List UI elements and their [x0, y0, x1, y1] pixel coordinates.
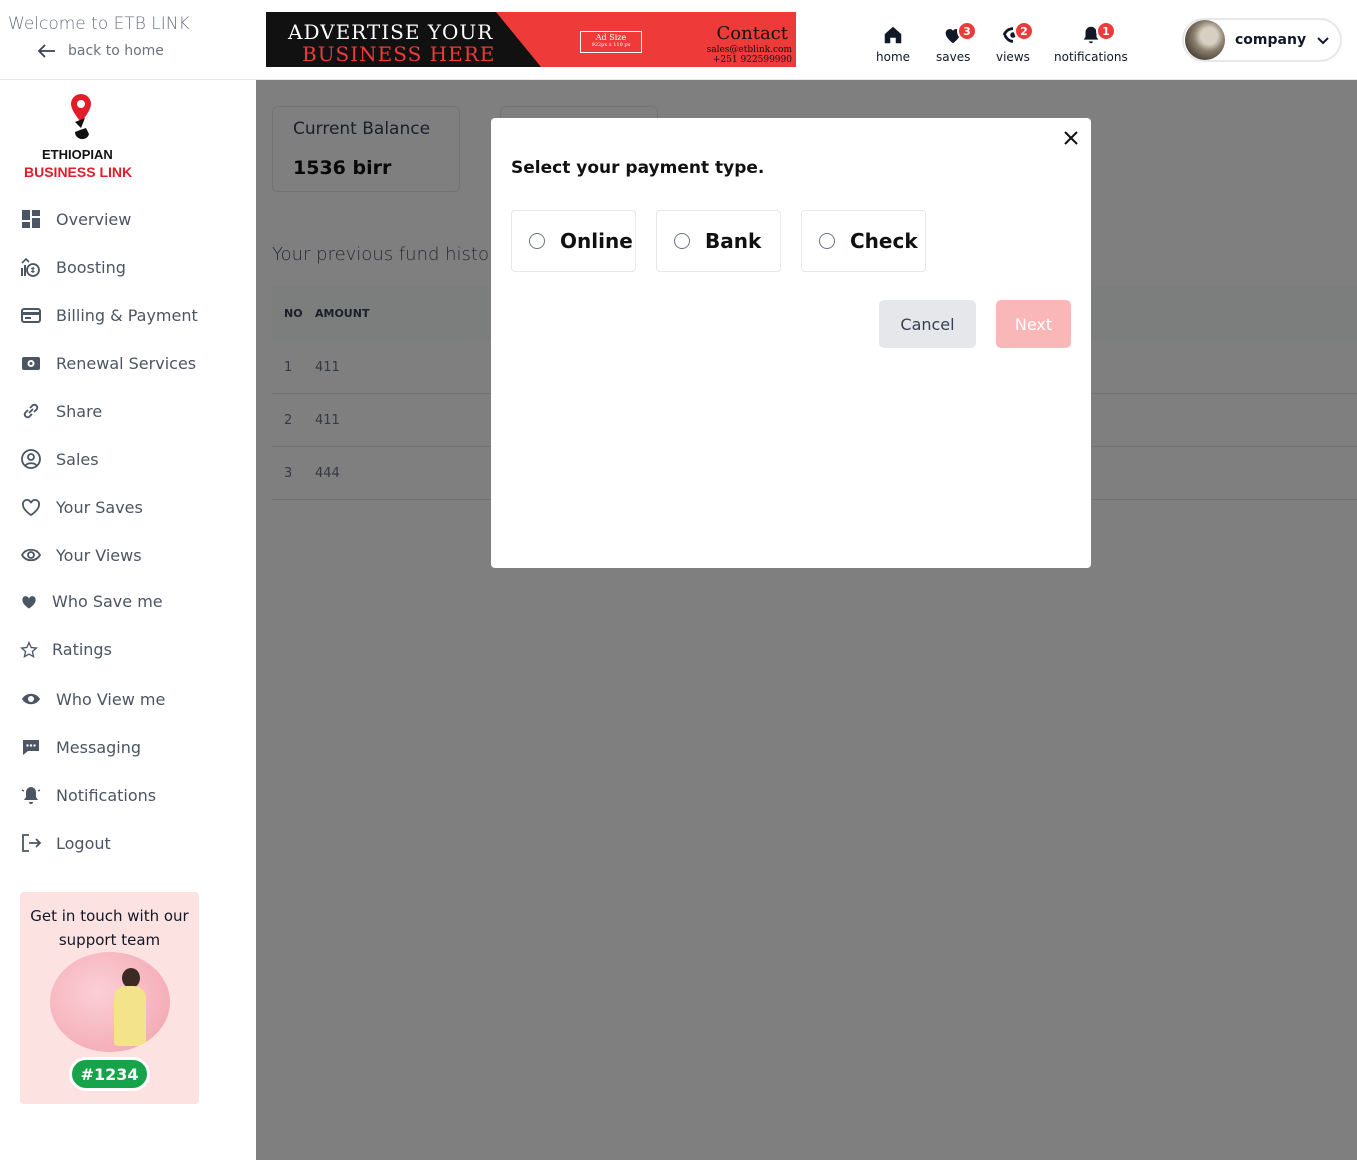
payment-option-online[interactable]: Online	[511, 210, 636, 272]
welcome-text: Welcome to ETB LINK	[8, 14, 190, 34]
sidebar-item-renewal-services[interactable]: Renewal Services	[20, 352, 196, 374]
sidebar-item-your-views[interactable]: Your Views	[20, 544, 142, 566]
profile-name: company	[1235, 32, 1307, 48]
chevron-down-icon	[1317, 37, 1329, 45]
payment-option-bank[interactable]: Bank	[656, 210, 781, 272]
views-count-badge: 2	[1014, 21, 1034, 41]
support-phone-button[interactable]: #1234	[69, 1057, 150, 1091]
arrow-left-icon	[38, 44, 55, 58]
top-header: Welcome to ETB LINK back to home ADVERTI…	[0, 0, 1357, 80]
logo-text-1: ETHIOPIAN	[42, 147, 113, 162]
eye-outline-icon	[20, 548, 42, 562]
saves-count-badge: 3	[957, 21, 977, 41]
sidebar-item-who-view-me[interactable]: Who View me	[20, 688, 165, 710]
sidebar-item-billing-payment[interactable]: Billing & Payment	[20, 304, 198, 326]
ethiopian-business-link-logo[interactable]: ETHIOPIAN BUSINESS LINK	[18, 92, 142, 182]
avatar	[1185, 20, 1225, 60]
sidebar-item-your-saves[interactable]: Your Saves	[20, 496, 143, 518]
support-title: Get in touch with our support team	[30, 907, 189, 949]
bell-ring-icon	[21, 787, 41, 804]
ad-contact: Contact	[716, 23, 788, 44]
advertise-banner[interactable]: ADVERTISE YOUR BUSINESS HERE Ad Size 922…	[266, 12, 796, 67]
star-icon	[20, 640, 38, 658]
location-pin-icon	[71, 94, 91, 140]
profile-dropdown[interactable]: company	[1182, 18, 1342, 62]
eye-filled-icon	[22, 693, 40, 705]
ad-contact-details: sales@etblink.com +251 922599990	[706, 45, 792, 65]
sidebar-item-boosting[interactable]: Boosting	[20, 256, 126, 278]
radio-bank[interactable]	[674, 233, 690, 249]
radio-check[interactable]	[819, 233, 835, 249]
sidebar: ETHIOPIAN BUSINESS LINK Overview Boostin…	[0, 80, 256, 1160]
nav-saves[interactable]: 3 saves	[936, 21, 977, 64]
ad-size-box: Ad Size 922px x 110 px	[580, 31, 642, 53]
dashboard-icon	[22, 210, 40, 228]
money-growth-icon	[21, 257, 40, 277]
link-icon	[23, 403, 39, 419]
sidebar-item-ratings[interactable]: Ratings	[20, 640, 112, 659]
credit-card-icon	[21, 308, 41, 323]
nav-home[interactable]: home	[876, 24, 910, 64]
back-to-home-link[interactable]: back to home	[38, 43, 164, 59]
ad-line-1: ADVERTISE YOUR	[288, 20, 494, 44]
sidebar-item-notifications[interactable]: Notifications	[20, 784, 156, 806]
heart-outline-icon	[22, 499, 40, 517]
sidebar-item-overview[interactable]: Overview	[20, 208, 131, 230]
radio-online[interactable]	[529, 233, 545, 249]
logo-text-2: BUSINESS LINK	[24, 164, 133, 180]
sidebar-item-share[interactable]: Share	[20, 400, 102, 422]
notifications-count-badge: 1	[1096, 21, 1116, 41]
heart-filled-icon	[22, 595, 36, 609]
sidebar-item-who-save-me[interactable]: Who Save me	[20, 592, 163, 611]
payment-option-check[interactable]: Check	[801, 210, 926, 272]
support-agent-image	[50, 952, 170, 1052]
user-circle-icon	[21, 449, 41, 469]
cash-icon	[22, 357, 40, 370]
back-to-home-label: back to home	[68, 43, 164, 59]
sidebar-item-sales[interactable]: Sales	[20, 448, 99, 470]
chat-icon	[23, 740, 39, 755]
logout-icon	[22, 834, 42, 852]
payment-type-modal: Select your payment type. Online Bank Ch…	[491, 118, 1091, 568]
nav-views[interactable]: 2 views	[996, 21, 1034, 64]
nav-notifications[interactable]: 1 notifications	[1054, 21, 1128, 64]
support-card: Get in touch with our support team #1234	[20, 892, 199, 1104]
home-icon	[884, 26, 902, 44]
close-icon[interactable]	[1061, 128, 1081, 148]
sidebar-item-logout[interactable]: Logout	[20, 832, 111, 854]
modal-title: Select your payment type.	[511, 158, 765, 178]
ad-line-2: BUSINESS HERE	[302, 42, 496, 66]
cancel-button[interactable]: Cancel	[879, 300, 976, 348]
next-button[interactable]: Next	[996, 300, 1071, 348]
sidebar-item-messaging[interactable]: Messaging	[20, 736, 141, 758]
